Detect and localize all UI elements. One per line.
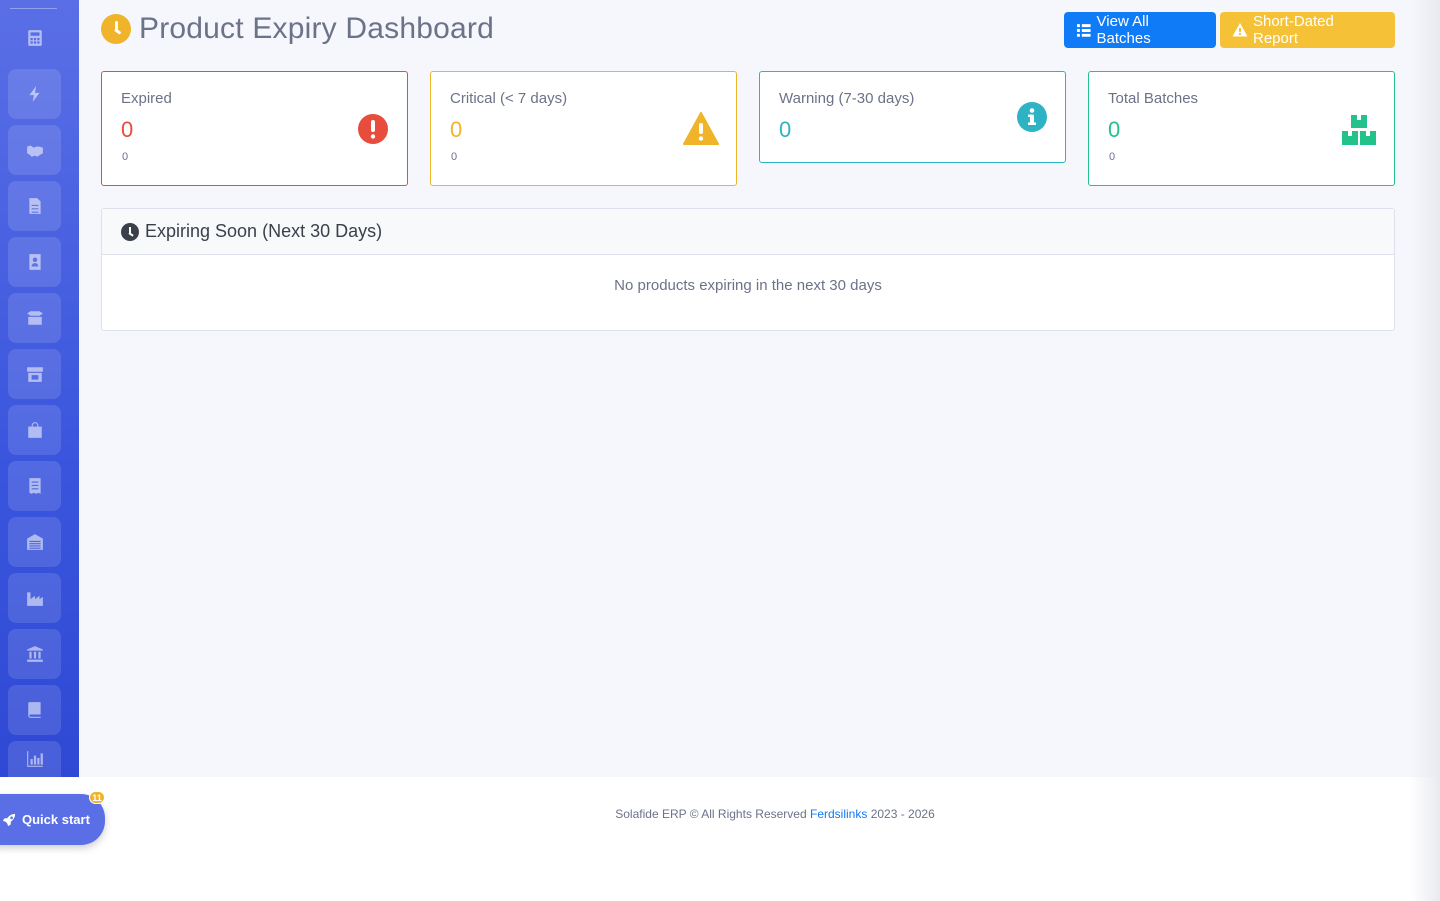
expired-card: Expired 0 0 (101, 71, 408, 186)
calculator-icon (27, 30, 42, 46)
sidebar-item-industry[interactable] (8, 573, 61, 623)
clock-icon (101, 14, 131, 44)
sidebar-item-boxes[interactable] (8, 293, 61, 343)
expiring-soon-header: Expiring Soon (Next 30 Days) (102, 209, 1394, 255)
bolt-icon (28, 86, 39, 102)
quick-start-button[interactable]: Quick start (0, 794, 105, 845)
short-dated-report-label: Short-Dated Report (1252, 13, 1334, 47)
boxes-stack-icon (1342, 115, 1376, 145)
boxes-icon (26, 311, 43, 325)
bank-icon (26, 646, 43, 662)
critical-card: Critical (< 7 days) 0 0 (430, 71, 737, 186)
expired-value: 0 (121, 117, 134, 142)
expiring-soon-title: Expiring Soon (Next 30 Days) (145, 221, 383, 241)
warehouse-icon (26, 534, 43, 550)
shopping-bag-icon (27, 422, 42, 438)
total-batches-value: 0 (1108, 117, 1121, 142)
expired-label: Expired (121, 90, 172, 107)
total-batches-label: Total Batches (1108, 90, 1199, 107)
main-content: Product Expiry Dashboard View All Batche… (79, 0, 1440, 777)
sidebar-item-shopping-bag[interactable] (8, 405, 61, 455)
footer-link[interactable]: Ferdsilinks (810, 807, 867, 821)
view-all-batches-button[interactable]: View All Batches (1064, 12, 1216, 48)
page-title: Product Expiry Dashboard (139, 12, 494, 45)
warning-icon (1232, 23, 1248, 37)
sidebar-item-file[interactable] (8, 181, 61, 231)
file-icon (28, 198, 41, 214)
page-header: Product Expiry Dashboard (101, 12, 494, 46)
store-icon (26, 367, 43, 382)
sidebar-divider (10, 8, 57, 9)
critical-value: 0 (450, 117, 463, 142)
total-batches-subvalue: 0 (1109, 151, 1116, 163)
sidebar-item-bank[interactable] (8, 629, 61, 679)
contact-icon (28, 254, 41, 270)
sidebar-item-store[interactable] (8, 349, 61, 399)
industry-icon (26, 592, 43, 606)
sidebar-item-bolt[interactable] (8, 69, 61, 119)
sidebar (0, 0, 79, 777)
handshake-icon (26, 145, 43, 157)
critical-subvalue: 0 (451, 151, 458, 163)
sidebar-item-handshake[interactable] (8, 125, 61, 175)
rocket-icon (2, 813, 16, 826)
exclamation-circle-icon (358, 114, 388, 144)
sidebar-item-warehouse[interactable] (8, 517, 61, 567)
warning-triangle-icon (683, 112, 719, 145)
sidebar-item-receipt[interactable] (8, 461, 61, 511)
receipt-icon (28, 478, 41, 494)
warning-value: 0 (779, 117, 792, 142)
sidebar-item-book[interactable] (8, 685, 61, 735)
right-edge-shade (1410, 0, 1440, 901)
sidebar-item-contact[interactable] (8, 237, 61, 287)
sidebar-item-calculator[interactable] (8, 13, 61, 63)
list-icon (1076, 24, 1091, 37)
footer: Solafide ERP © All Rights Reserved Ferds… (0, 777, 1440, 901)
footer-years: 2023 - 2026 (870, 807, 935, 821)
empty-state-message: No products expiring in the next 30 days (614, 277, 882, 294)
quick-start-badge: 11 (89, 791, 105, 804)
expiring-soon-panel: Expiring Soon (Next 30 Days) No products… (101, 208, 1395, 331)
clock-icon (121, 222, 139, 241)
book-icon (27, 702, 41, 718)
quick-start-label: Quick start (22, 812, 90, 827)
expired-subvalue: 0 (122, 151, 129, 163)
info-circle-icon (1017, 102, 1047, 132)
footer-copyright: Solafide ERP © All Rights Reserved (615, 807, 807, 821)
warning-card: Warning (7-30 days) 0 (759, 71, 1066, 163)
view-all-batches-label: View All Batches (1096, 13, 1151, 47)
footer-text: Solafide ERP © All Rights Reserved Ferds… (0, 807, 1440, 821)
chart-icon (26, 751, 43, 767)
sidebar-item-chart[interactable] (8, 741, 61, 777)
total-batches-card: Total Batches 0 0 (1088, 71, 1395, 186)
short-dated-report-button[interactable]: Short-Dated Report (1220, 12, 1395, 48)
warning-label: Warning (7-30 days) (779, 90, 915, 107)
critical-label: Critical (< 7 days) (450, 90, 568, 107)
